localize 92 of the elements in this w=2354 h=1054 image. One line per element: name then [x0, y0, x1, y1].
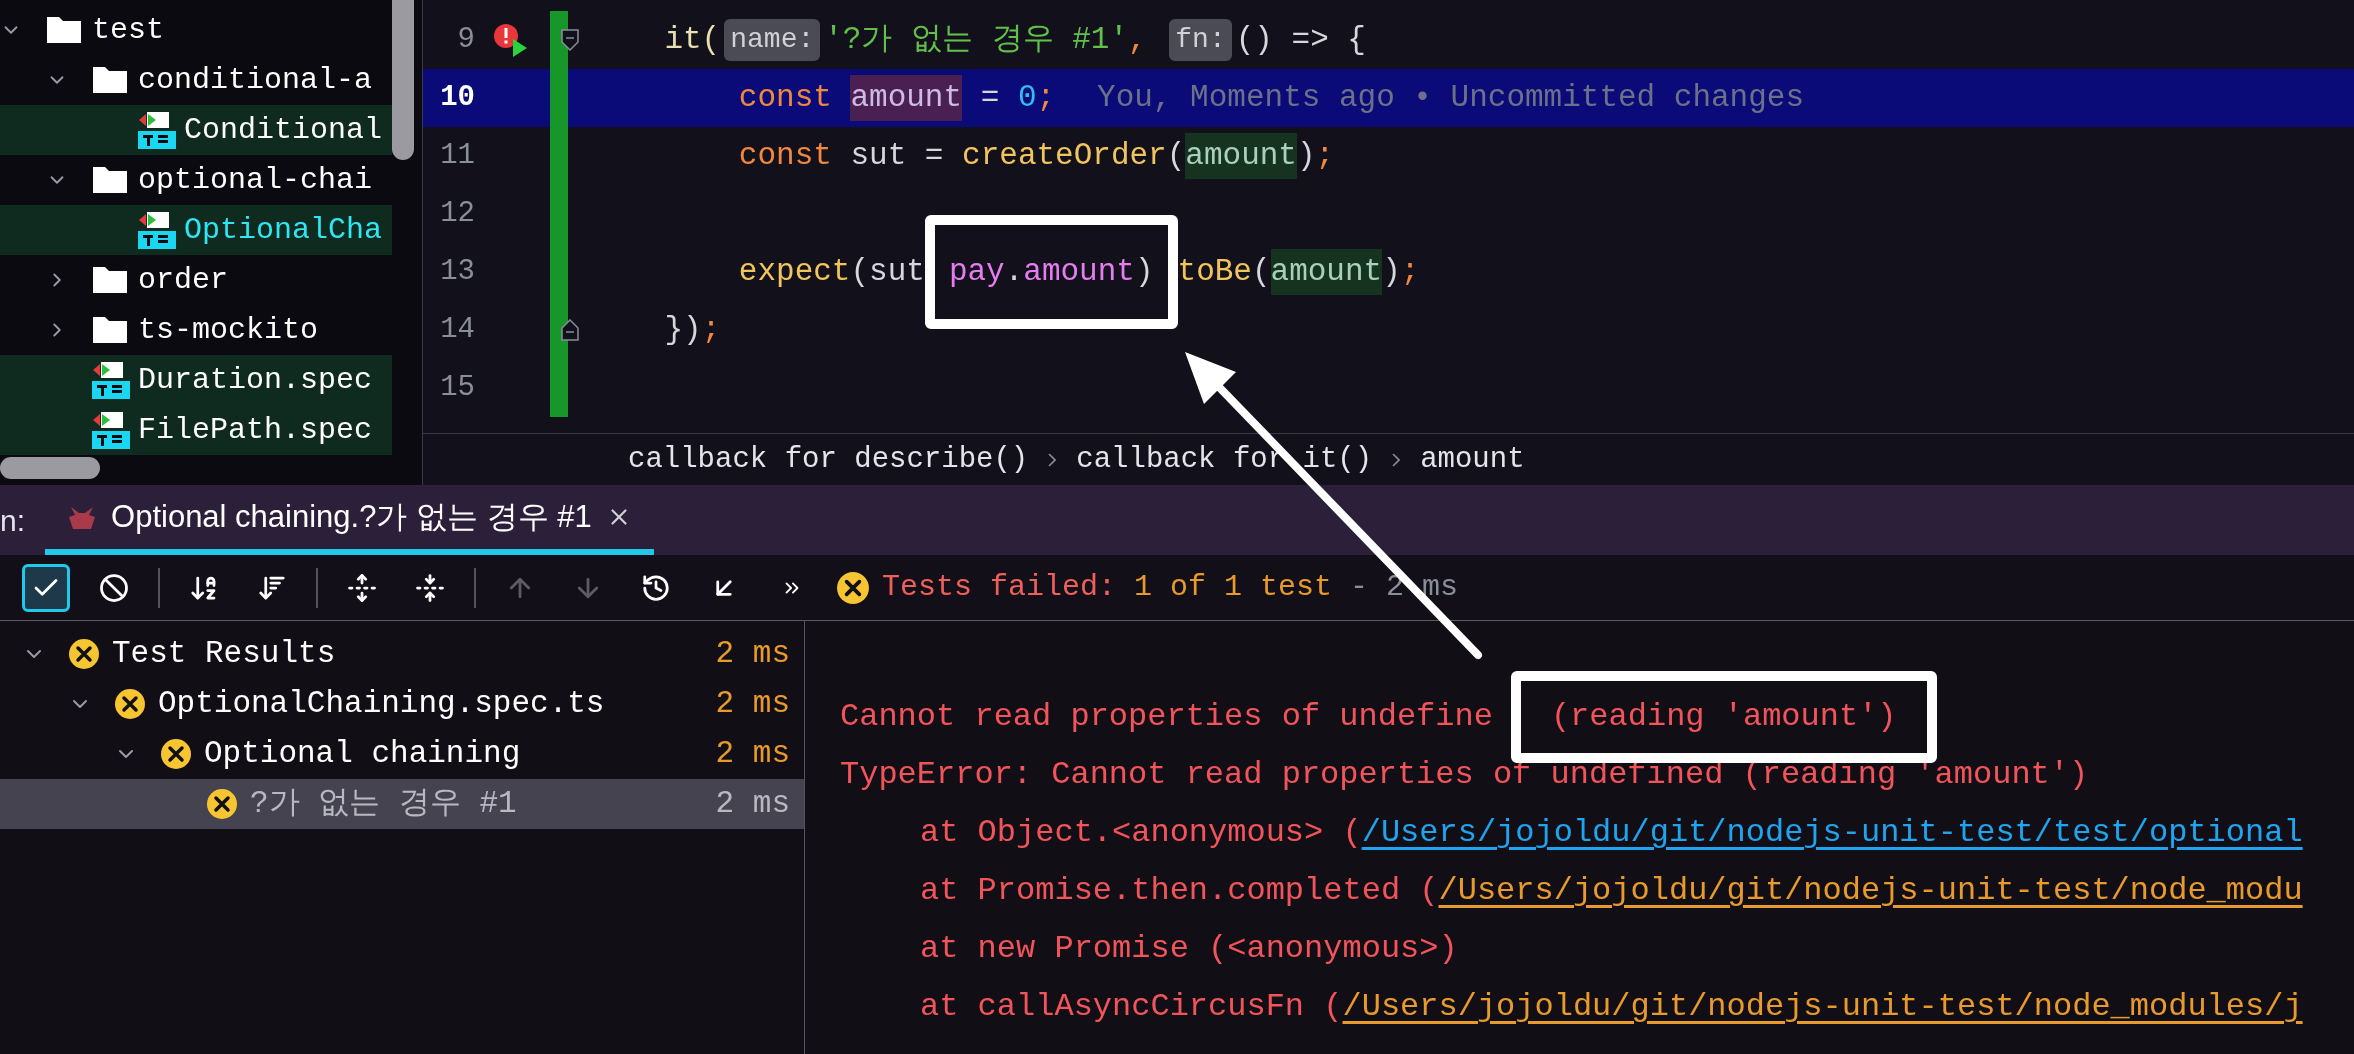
expand-icon: [347, 572, 377, 603]
code-token: expect: [737, 252, 851, 291]
vertical-scrollbar-thumb[interactable]: [392, 0, 414, 160]
parameter-hint: fn:: [1169, 19, 1232, 61]
stack-frame-text: at new Promise (<anonymous>): [920, 929, 1458, 969]
folder-icon: [92, 66, 128, 94]
test-file-icon: [138, 211, 176, 249]
test-duration: 2 ms: [715, 634, 790, 673]
code-token: ): [1296, 136, 1316, 175]
code-token: amount: [1023, 252, 1135, 291]
tree-item-label[interactable]: test: [92, 7, 164, 53]
folder-icon: [92, 266, 128, 294]
tree-item-label[interactable]: optional-chai: [138, 157, 373, 203]
code-token: const: [737, 78, 833, 117]
stack-frame-text: at callAsyncCircusFn (: [920, 987, 1343, 1027]
file-path-link[interactable]: /Users/jojoldu/git/nodejs-unit-test/node_modu: [1438, 867, 2303, 915]
test-name: Test Results: [112, 634, 336, 673]
code-token: () => {: [1235, 20, 1366, 59]
code-token: (: [1166, 136, 1186, 175]
fold-marker-icon[interactable]: [561, 29, 579, 51]
failed-test-run-icon[interactable]: [493, 23, 529, 57]
clock-history-icon: [641, 572, 671, 603]
code-token: pay: [948, 252, 1005, 291]
fold-marker-icon[interactable]: [561, 319, 579, 341]
test-file-icon: [92, 361, 130, 399]
file-path-link[interactable]: /Users/jojoldu/git/nodejs-unit-test/node_modules/j: [1342, 983, 2303, 1031]
folder-icon: [46, 16, 82, 44]
breadcrumb-separator-icon: [1048, 452, 1057, 467]
tree-item-label[interactable]: conditional-a: [138, 57, 373, 103]
panel-label: n:: [0, 502, 26, 539]
test-file-icon: [92, 411, 130, 449]
test-status-text: Tests failed:: [882, 569, 1118, 606]
test-status-text: 1 of 1 test: [1134, 569, 1333, 606]
code-token: createOrder: [962, 136, 1167, 175]
test-result-row[interactable]: OptionalChaining.spec.ts 2 ms: [0, 679, 804, 729]
test-duration: 2 ms: [715, 684, 790, 723]
code-token: (: [1251, 252, 1271, 291]
stack-frame-text: at Object.<anonymous> (: [920, 813, 1362, 853]
code-token: '?가 없는 경우 #1': [824, 20, 1129, 59]
breadcrumb-item[interactable]: callback for describe(): [628, 437, 1029, 482]
line-number: 11: [439, 138, 475, 175]
line-number: 14: [439, 312, 475, 349]
stack-frame-text: at Promise.then.completed (: [920, 871, 1439, 911]
tree-item-label[interactable]: order: [138, 257, 228, 303]
test-name: ?가 없는 경우 #1: [250, 784, 517, 823]
code-token: toBe: [1177, 252, 1252, 291]
code-token: 0: [1017, 78, 1037, 117]
code-token: amount: [1185, 132, 1297, 180]
code-token: sut =: [849, 136, 945, 175]
line-number: 12: [439, 196, 475, 233]
code-token: .: [1004, 252, 1024, 291]
tab-label: Optional chaining.?가 없는 경우 #1: [111, 497, 592, 536]
line-number: 10: [439, 80, 475, 117]
code-token: amount: [850, 74, 963, 122]
breadcrumb-item[interactable]: amount: [1420, 437, 1525, 482]
code-token: ;: [1400, 252, 1420, 291]
file-path-link[interactable]: /Users/jojoldu/git/nodejs-unit-test/test/optional: [1361, 809, 2303, 857]
error-message: Cannot read properties of undefine: [840, 697, 1493, 737]
test-result-row[interactable]: Optional chaining 2 ms: [0, 729, 804, 779]
code-token: ;: [1315, 136, 1335, 175]
test-duration: 2 ms: [715, 734, 790, 773]
test-name: OptionalChaining.spec.ts: [158, 684, 605, 723]
test-result-row[interactable]: ?가 없는 경우 #1 2 ms: [0, 779, 804, 829]
tree-item-label[interactable]: ts-mockito: [138, 307, 319, 353]
folder-icon: [92, 166, 128, 194]
folder-icon: [92, 316, 128, 344]
code-token: ): [1382, 252, 1401, 291]
code-token: ): [1134, 252, 1154, 291]
code-token: (sut: [850, 252, 925, 291]
horizontal-scrollbar-thumb[interactable]: [0, 457, 100, 479]
breadcrumb-separator-icon: [1392, 452, 1401, 467]
code-token: const: [737, 136, 832, 175]
ban-icon: [99, 572, 129, 603]
test-result-row[interactable]: Test Results 2 ms: [0, 629, 804, 679]
line-number: 15: [439, 370, 475, 407]
code-token: amount: [1270, 248, 1383, 296]
code-token: ;: [701, 310, 721, 349]
parameter-hint: name:: [724, 19, 821, 61]
error-message: (reading 'amount'): [1550, 697, 1897, 737]
line-number: 13: [439, 254, 475, 291]
collapse-icon: [415, 572, 445, 603]
code-token: =: [979, 78, 1001, 117]
checkmark-toggle[interactable]: [22, 563, 70, 612]
code-token: it(: [663, 20, 721, 59]
test-name: Optional chaining: [204, 734, 521, 773]
test-duration: 2 ms: [715, 784, 790, 823]
code-token: ,: [1128, 20, 1148, 59]
test-file-icon: [138, 111, 176, 149]
code-token: ;: [1036, 78, 1056, 117]
git-blame-annotation: You, Moments ago • Uncommitted changes: [1097, 78, 1805, 117]
line-number: 9: [456, 22, 475, 59]
code-token: }): [663, 310, 702, 349]
